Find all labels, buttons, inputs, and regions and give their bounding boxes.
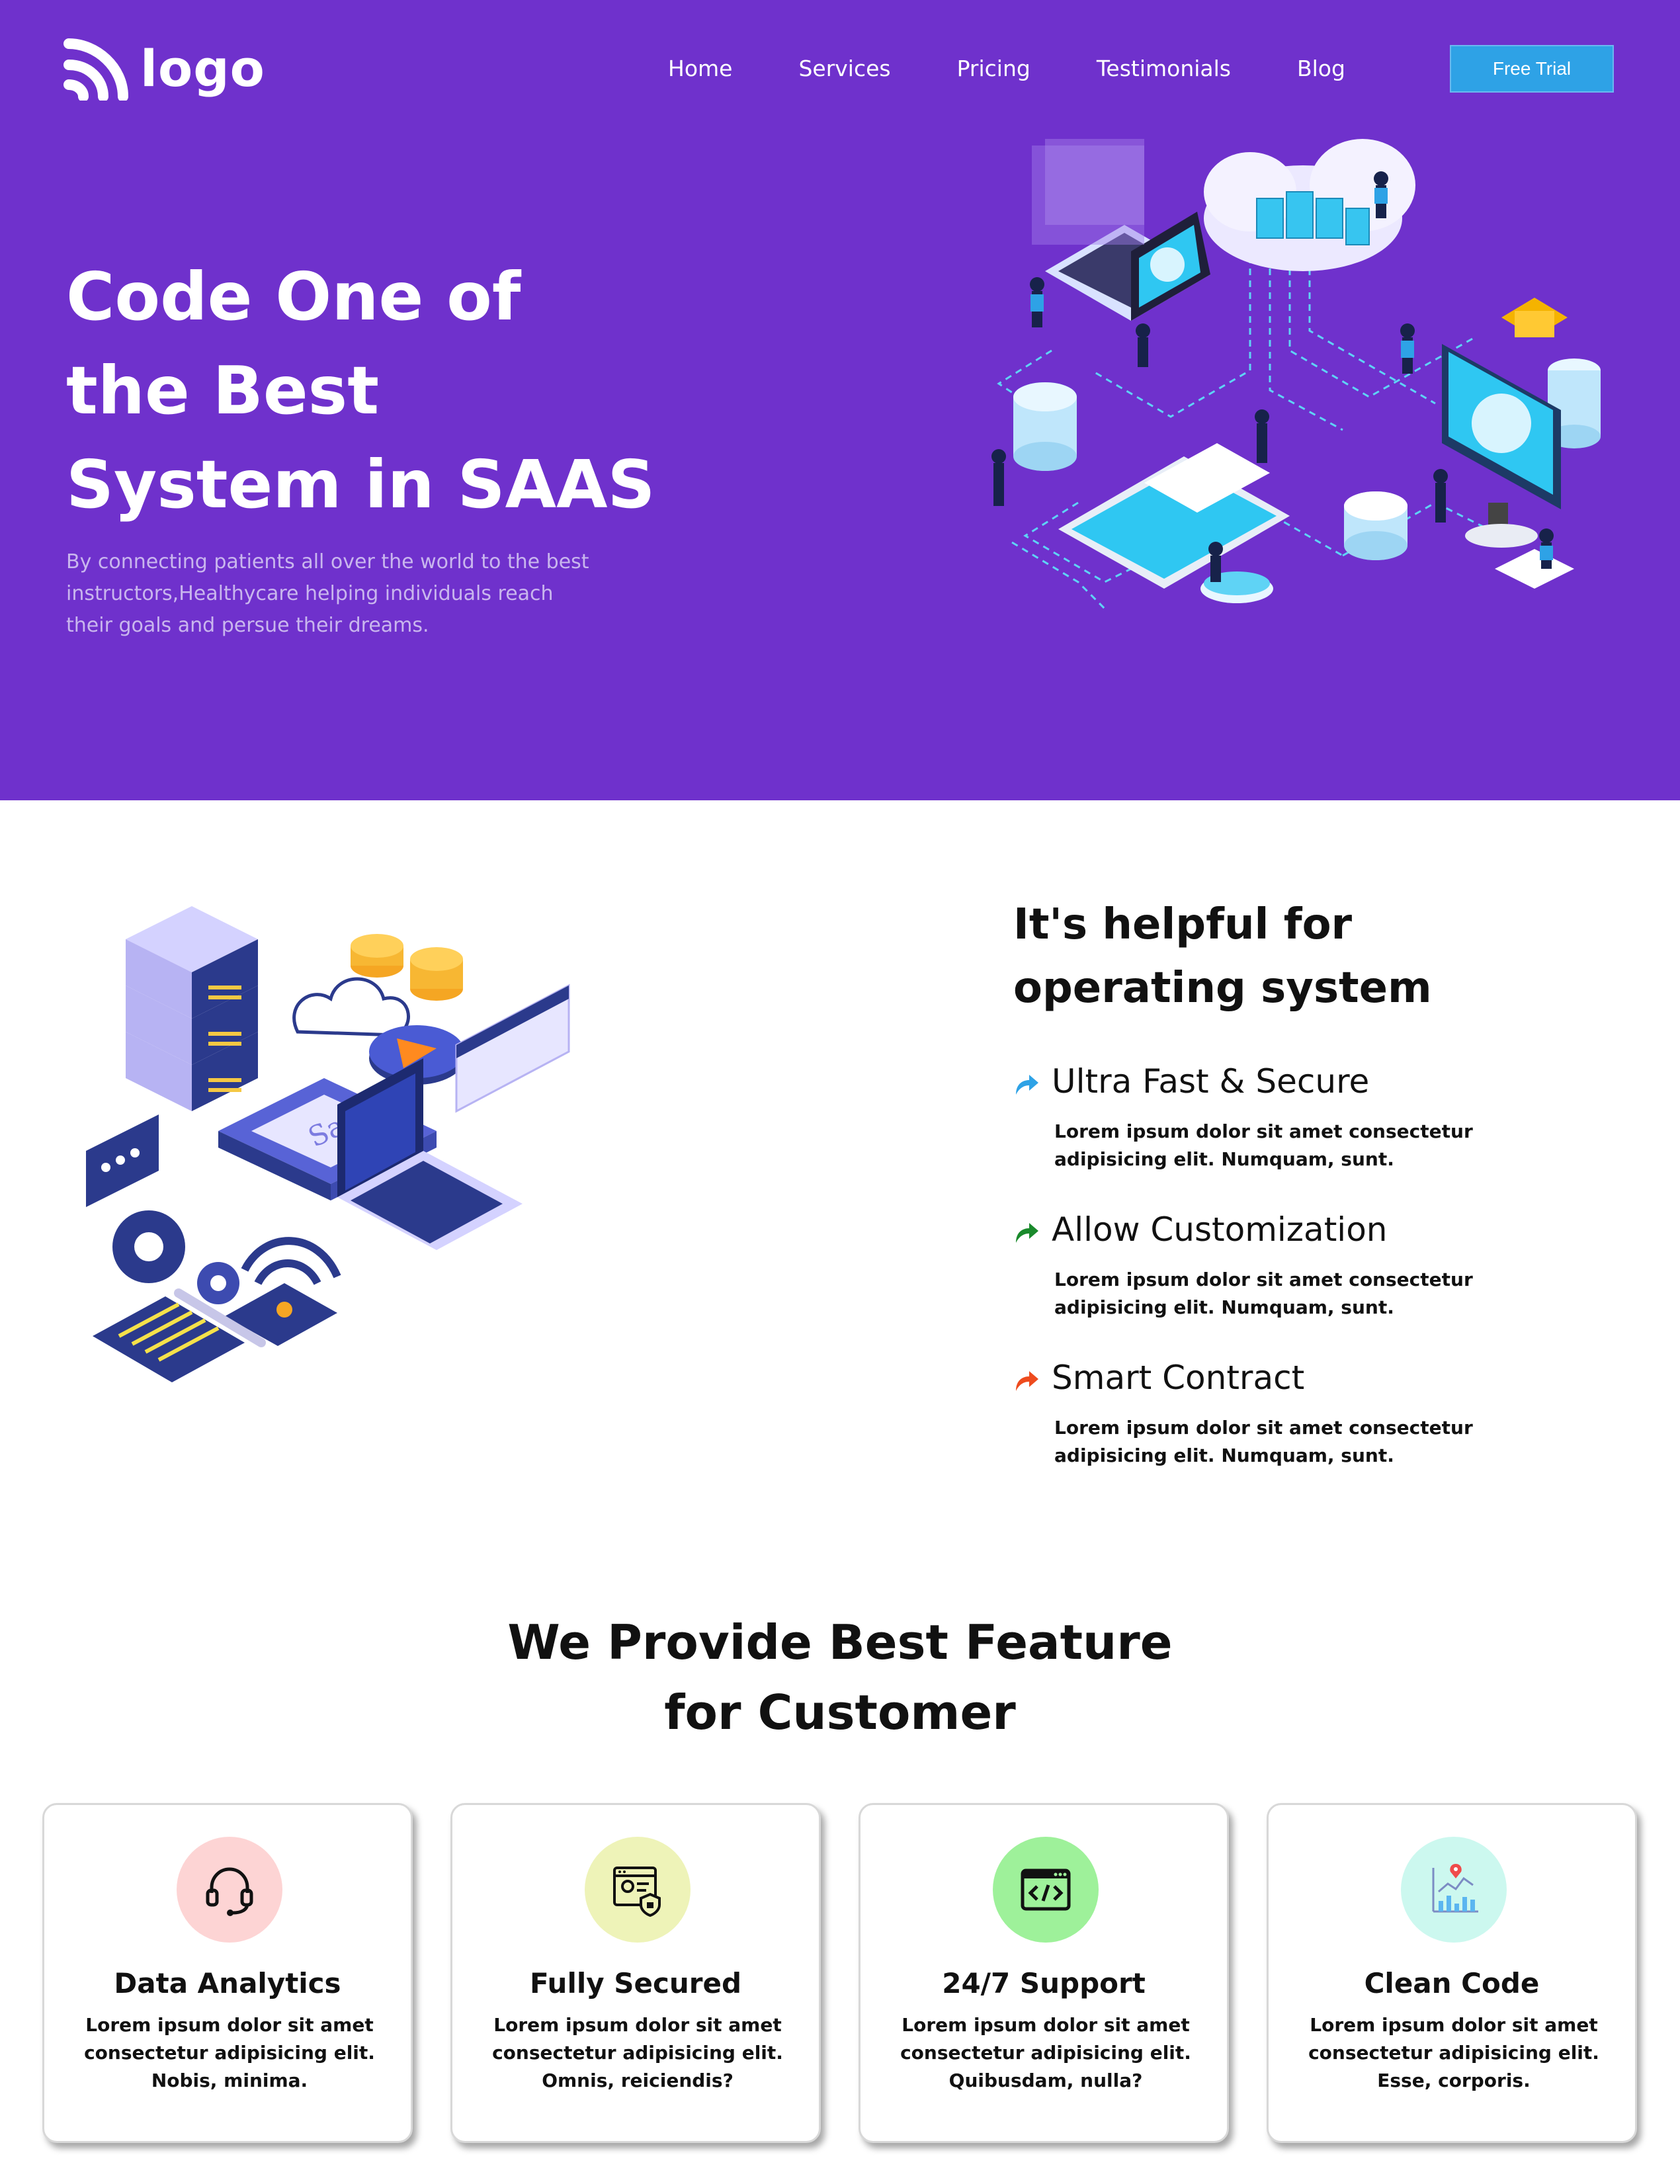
feature-icon-circle: [1401, 1837, 1507, 1943]
hero-title-line: System in SAAS: [66, 446, 655, 523]
feature-card-description-line: Omnis, reiciendis?: [542, 2070, 734, 2091]
headset-icon: [206, 1867, 253, 1916]
feature-card-description-line: consectetur adipisicing elit.: [492, 2042, 783, 2064]
benefit-item-smart-contract: Smart Contract Lorem ipsum dolor sit ame…: [1013, 1356, 1609, 1470]
benefit-description-line: Lorem ipsum dolor sit amet consectetur: [1054, 1120, 1473, 1142]
feature-card-title: Fully Secured: [529, 1967, 742, 1999]
features-heading-line: for Customer: [664, 1685, 1016, 1740]
feature-card-description-line: consectetur adipisicing elit.: [900, 2042, 1191, 2064]
feature-icon-circle: [177, 1837, 282, 1943]
hero-description-line: By connecting patients all over the worl…: [66, 550, 589, 573]
nav-blog[interactable]: Blog: [1264, 52, 1378, 86]
benefit-description-line: adipisicing elit. Numquam, sunt.: [1054, 1296, 1394, 1318]
benefit-title: Smart Contract: [1052, 1359, 1305, 1397]
free-trial-button[interactable]: Free Trial: [1450, 45, 1614, 93]
benefit-item-customization: Allow Customization Lorem ipsum dolor si…: [1013, 1208, 1609, 1322]
main-nav: Home Services Pricing Testimonials Blog: [635, 52, 1378, 86]
feature-card-fully-secured[interactable]: Fully Secured Lorem ipsum dolor sit amet…: [450, 1803, 821, 2143]
feature-card-description-line: consectetur adipisicing elit.: [84, 2042, 375, 2064]
benefit-title: Allow Customization: [1052, 1210, 1388, 1249]
benefit-description: Lorem ipsum dolor sit amet consectetur a…: [1054, 1414, 1609, 1470]
feature-card-description-line: Quibusdam, nulla?: [948, 2070, 1143, 2091]
feature-card-description: Lorem ipsum dolor sit amet consectetur a…: [887, 2011, 1204, 2095]
hero-title-line: the Best: [66, 352, 379, 429]
share-arrow-icon: [1016, 1223, 1038, 1243]
benefit-description-line: adipisicing elit. Numquam, sunt.: [1054, 1445, 1394, 1466]
benefit-title: Ultra Fast & Secure: [1052, 1062, 1370, 1101]
feature-card-clean-code[interactable]: Clean Code Lorem ipsum dolor sit amet co…: [1267, 1803, 1637, 2143]
feature-card-title: Clean Code: [1364, 1967, 1540, 1999]
feature-icon-circle: [993, 1837, 1099, 1943]
features-heading-line: We Provide Best Feature: [507, 1615, 1173, 1670]
benefit-description: Lorem ipsum dolor sit amet consectetur a…: [1054, 1118, 1609, 1173]
logo-mark-icon: [63, 38, 128, 101]
hero-section: logo Home Services Pricing Testimonials …: [0, 0, 1680, 800]
feature-card-description: Lorem ipsum dolor sit amet consectetur a…: [71, 2011, 388, 2095]
feature-icon-circle: [585, 1837, 691, 1943]
logo-text: logo: [140, 39, 265, 98]
feature-card-title: Data Analytics: [114, 1967, 341, 1999]
feature-card-description-line: Nobis, minima.: [151, 2070, 308, 2091]
benefits-heading-line: operating system: [1013, 964, 1432, 1013]
feature-card-description-line: Lorem ipsum dolor sit amet: [85, 2014, 374, 2036]
nav-home[interactable]: Home: [635, 52, 765, 86]
hero-description-line: their goals and persue their dreams.: [66, 614, 429, 637]
hero-description-line: instructors,Healthycare helping individu…: [66, 582, 554, 605]
feature-card-description-line: Lorem ipsum dolor sit amet: [493, 2014, 782, 2036]
hero-title-line: Code One of: [66, 258, 521, 335]
feature-card-description: Lorem ipsum dolor sit amet consectetur a…: [1295, 2011, 1613, 2095]
feature-card-description-line: Lorem ipsum dolor sit amet: [902, 2014, 1190, 2036]
benefit-description-line: adipisicing elit. Numquam, sunt.: [1054, 1148, 1394, 1170]
feature-card-description-line: Esse, corporis.: [1377, 2070, 1531, 2091]
secure-profile-icon: [613, 1867, 661, 1917]
feature-cards: Data Analytics Lorem ipsum dolor sit ame…: [42, 1803, 1643, 2146]
feature-card-description-line: consectetur adipisicing elit.: [1308, 2042, 1599, 2064]
benefits-heading-line: It's helpful for: [1013, 900, 1353, 949]
share-arrow-icon: [1016, 1075, 1038, 1095]
benefit-description-line: Lorem ipsum dolor sit amet consectetur: [1054, 1417, 1473, 1439]
benefit-description-line: Lorem ipsum dolor sit amet consectetur: [1054, 1269, 1473, 1290]
feature-card-data-analytics[interactable]: Data Analytics Lorem ipsum dolor sit ame…: [42, 1803, 413, 2143]
benefits-heading: It's helpful for operating system: [1013, 893, 1432, 1020]
code-window-icon: [1021, 1869, 1071, 1911]
feature-card-description: Lorem ipsum dolor sit amet consectetur a…: [479, 2011, 796, 2095]
logo[interactable]: logo: [63, 37, 265, 101]
feature-card-support[interactable]: 24/7 Support Lorem ipsum dolor sit amet …: [859, 1803, 1229, 2143]
feature-card-description-line: Lorem ipsum dolor sit amet: [1310, 2014, 1598, 2036]
features-heading: We Provide Best Feature for Customer: [0, 1607, 1680, 1747]
analytics-chart-icon: [1432, 1864, 1478, 1913]
benefit-item-ultra-fast: Ultra Fast & Secure Lorem ipsum dolor si…: [1013, 1060, 1609, 1173]
hero-title: Code One of the Best System in SAAS: [66, 250, 714, 532]
nav-testimonials[interactable]: Testimonials: [1064, 52, 1264, 86]
feature-card-title: 24/7 Support: [942, 1967, 1146, 1999]
cloud-network-illustration: [991, 139, 1601, 610]
benefit-description: Lorem ipsum dolor sit amet consectetur a…: [1054, 1266, 1609, 1322]
nav-services[interactable]: Services: [765, 52, 923, 86]
saas-isometric-illustration: SaaS: [86, 906, 570, 1382]
share-arrow-icon: [1016, 1371, 1038, 1391]
nav-pricing[interactable]: Pricing: [924, 52, 1064, 86]
hero-description: By connecting patients all over the worl…: [66, 546, 609, 642]
